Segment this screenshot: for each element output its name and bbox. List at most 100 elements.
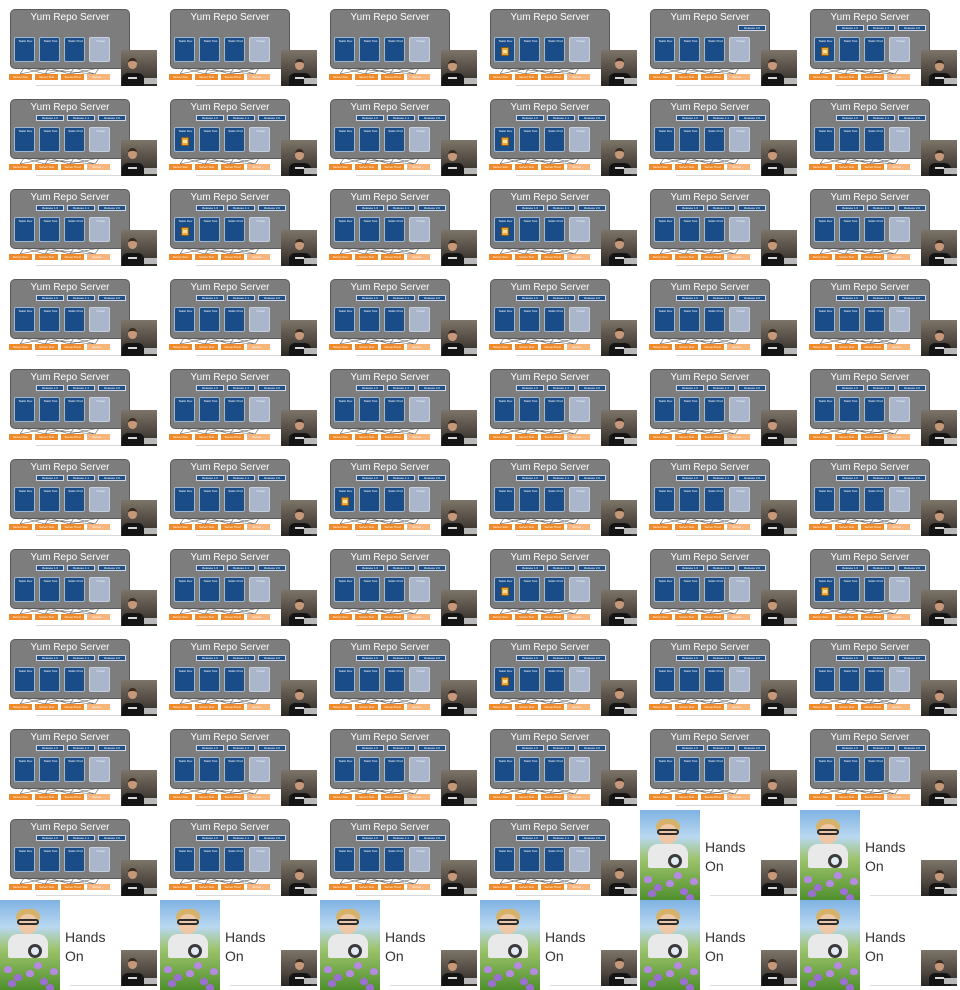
frame-thumbnail-repo-server[interactable]: Yum Repo Server Release 1.0 Release 1.1 Rel… (640, 450, 800, 540)
frame-thumbnail-hands-on[interactable]: Hands On (800, 900, 960, 990)
frame-thumbnail-repo-server[interactable]: Yum Repo Server Release 1.0 Release 1.1 Rel… (800, 180, 960, 270)
frame-thumbnail-repo-server[interactable]: Yum Repo Server Release 1.0 Release 1.1 Rel… (160, 270, 320, 360)
repo-box: Virtual (89, 667, 110, 692)
speaker-body (442, 253, 464, 266)
repo-box-label: Static Test (363, 219, 378, 223)
repo-box: Static Prod (544, 577, 565, 602)
frame-thumbnail-repo-server[interactable]: Yum Repo Server Release 1.0 Release 1.1 Rel… (480, 360, 640, 450)
frame-thumbnail-repo-server[interactable]: Yum Repo Server Release 1.0 Release 1.1 Rel… (480, 270, 640, 360)
server-box: Server Prod (221, 884, 244, 890)
frame-thumbnail-hands-on[interactable]: Hands On (640, 810, 800, 900)
frame-thumbnail-repo-server[interactable]: Yum Repo Server Static Dev Static Test Stat… (320, 0, 480, 90)
laptop (144, 798, 157, 804)
glasses-icon (17, 919, 39, 925)
frame-thumbnail-repo-server[interactable]: Yum Repo Server Release 1.0 Release 1.1 Rel… (160, 630, 320, 720)
frame-thumbnail-repo-server[interactable]: Yum Repo Server Release 1.0 Release 1.1 Rel… (160, 180, 320, 270)
speaker-body (442, 703, 464, 716)
frame-thumbnail-repo-server[interactable]: Yum Repo Server Release 1.0 Release 1.1 Rel… (480, 630, 640, 720)
frame-thumbnail-repo-server[interactable]: Yum Repo Server Release 1.0 Release 1.1 Rel… (320, 720, 480, 810)
frame-thumbnail-repo-server[interactable]: Yum Repo Server Release 1.0 Release 1.1 Rel… (800, 0, 960, 90)
frame-thumbnail-repo-server[interactable]: Yum Repo Server Release 1.0 Release 1.1 Rel… (160, 450, 320, 540)
frame-thumbnail-repo-server[interactable]: Yum Repo Server Release 1.0 Release 1.1 Rel… (480, 90, 640, 180)
frame-thumbnail-hands-on[interactable]: Hands On (640, 900, 800, 990)
frame-thumbnail-repo-server[interactable]: Yum Repo Server Release 1.0 Release 1.1 Rel… (0, 360, 160, 450)
repo-box: Static Test (39, 397, 60, 422)
frame-thumbnail-repo-server[interactable]: Yum Repo Server Release 1.0 Release 1.1 Rel… (0, 720, 160, 810)
frame-thumbnail-hands-on[interactable]: Hands On (160, 900, 320, 990)
repo-box: Virtual (569, 847, 590, 872)
frame-thumbnail-repo-server[interactable]: Yum Repo Server Static Dev Static Test Stat… (160, 0, 320, 90)
frame-thumbnail-repo-server[interactable]: Yum Repo Server Release 1.0 Release 1.1 Rel… (160, 810, 320, 900)
frame-thumbnail-repo-server[interactable]: Yum Repo Server Release 1.0 Release 1.1 Rel… (640, 630, 800, 720)
frame-thumbnail-repo-server[interactable]: Yum Repo Server Static Dev Static Test Stat… (0, 0, 160, 90)
frame-thumbnail-repo-server[interactable]: Yum Repo Server Release 1.0 Release 1.1 Rel… (640, 720, 800, 810)
laptop (784, 708, 797, 714)
repo-box-label: Static Test (683, 579, 698, 583)
speaker-head (448, 150, 457, 161)
shirt-print (128, 977, 137, 979)
frame-thumbnail-repo-server[interactable]: Yum Repo Server Release 1.0 Release 1.1 Rel… (320, 180, 480, 270)
frame-thumbnail-repo-server[interactable]: Yum Repo Server Release 2.0 Static Dev Stat… (640, 0, 800, 90)
frame-thumbnail-hands-on[interactable]: Hands On (320, 900, 480, 990)
frame-thumbnail-repo-server[interactable]: Yum Repo Server Release 1.0 Release 1.1 Rel… (320, 90, 480, 180)
speaker-head (615, 238, 624, 249)
repo-box-label: Static Test (523, 309, 538, 313)
frame-thumbnail-repo-server[interactable]: Yum Repo Server Release 1.0 Release 1.1 Rel… (640, 90, 800, 180)
frame-thumbnail-repo-server[interactable]: Yum Repo Server Release 1.0 Release 1.1 Rel… (480, 810, 640, 900)
repo-box: Static Dev (654, 757, 675, 782)
frame-thumbnail-repo-server[interactable]: Yum Repo Server Static Dev Static Test Stat… (480, 0, 640, 90)
frame-thumbnail-repo-server[interactable]: Yum Repo Server Release 1.0 Release 1.1 Rel… (0, 810, 160, 900)
frame-thumbnail-repo-server[interactable]: Yum Repo Server Release 1.0 Release 1.1 Rel… (320, 360, 480, 450)
frame-thumbnail-repo-server[interactable]: Yum Repo Server Release 1.0 Release 1.1 Rel… (320, 540, 480, 630)
release-tag: Release 2.0 (418, 475, 446, 481)
frame-thumbnail-repo-server[interactable]: Yum Repo Server Release 1.0 Release 1.1 Rel… (160, 540, 320, 630)
frame-thumbnail-repo-server[interactable]: Yum Repo Server Release 1.0 Release 1.1 Rel… (160, 720, 320, 810)
frame-thumbnail-hands-on[interactable]: Hands On (0, 900, 160, 990)
frame-thumbnail-repo-server[interactable]: Yum Repo Server Release 1.0 Release 1.1 Rel… (800, 450, 960, 540)
frame-thumbnail-repo-server[interactable]: Yum Repo Server Release 1.0 Release 1.1 Rel… (0, 630, 160, 720)
frame-thumbnail-repo-server[interactable]: Yum Repo Server Release 1.0 Release 1.1 Rel… (0, 270, 160, 360)
repo-box: Static Prod (864, 487, 885, 512)
panel-title: Yum Repo Server (190, 642, 270, 653)
flower (484, 966, 492, 973)
frame-thumbnail-repo-server[interactable]: Yum Repo Server Release 1.0 Release 1.1 Rel… (640, 180, 800, 270)
frame-thumbnail-repo-server[interactable]: Yum Repo Server Release 1.0 Release 1.1 Rel… (0, 450, 160, 540)
repo-box-label: Virtual (896, 489, 905, 493)
frame-thumbnail-hands-on[interactable]: Hands On (480, 900, 640, 990)
repo-box-label: Static Prod (708, 39, 723, 43)
release-tag: Release 2.0 (258, 565, 286, 571)
frame-thumbnail-repo-server[interactable]: Yum Repo Server Release 1.0 Release 1.1 Rel… (640, 270, 800, 360)
frame-thumbnail-repo-server[interactable]: Yum Repo Server Release 1.0 Release 1.1 Rel… (480, 180, 640, 270)
frame-thumbnail-repo-server[interactable]: Yum Repo Server Release 1.0 Release 1.1 Rel… (0, 90, 160, 180)
laptop (944, 888, 957, 894)
frame-thumbnail-hands-on[interactable]: Hands On (800, 810, 960, 900)
frame-thumbnail-repo-server[interactable]: Yum Repo Server Release 1.0 Release 1.1 Rel… (160, 90, 320, 180)
speaker-camera (441, 320, 477, 356)
frame-thumbnail-repo-server[interactable]: Yum Repo Server Release 1.0 Release 1.1 Rel… (480, 450, 640, 540)
frame-thumbnail-repo-server[interactable]: Yum Repo Server Release 1.0 Release 1.1 Rel… (800, 360, 960, 450)
release-tag: Release 2.0 (738, 565, 766, 571)
frame-thumbnail-repo-server[interactable]: Yum Repo Server Release 1.0 Release 1.1 Rel… (320, 270, 480, 360)
frame-thumbnail-repo-server[interactable]: Yum Repo Server Release 1.0 Release 1.1 Rel… (800, 270, 960, 360)
server-box: Server Test (35, 434, 58, 440)
frame-thumbnail-repo-server[interactable]: Yum Repo Server Release 1.0 Release 1.1 Rel… (320, 810, 480, 900)
repo-panel: Yum Repo Server Release 1.0 Release 1.1 Rel… (490, 189, 610, 249)
release-row: Release 1.0 Release 1.1 Release 2.0 (36, 745, 128, 751)
repo-box: Static Dev (654, 397, 675, 422)
frame-thumbnail-repo-server[interactable]: Yum Repo Server Release 1.0 Release 1.1 Rel… (480, 720, 640, 810)
frame-thumbnail-repo-server[interactable]: Yum Repo Server Release 1.0 Release 1.1 Rel… (480, 540, 640, 630)
frame-thumbnail-repo-server[interactable]: Yum Repo Server Release 1.0 Release 1.1 Rel… (0, 180, 160, 270)
frame-thumbnail-repo-server[interactable]: Yum Repo Server Release 1.0 Release 1.1 Rel… (800, 720, 960, 810)
frame-thumbnail-repo-server[interactable]: Yum Repo Server Release 1.0 Release 1.1 Rel… (160, 360, 320, 450)
shirt-print (448, 617, 457, 619)
frame-thumbnail-repo-server[interactable]: Yum Repo Server Release 1.0 Release 1.1 Rel… (0, 540, 160, 630)
frame-thumbnail-repo-server[interactable]: Yum Repo Server Release 1.0 Release 1.1 Rel… (640, 360, 800, 450)
speaker-camera (761, 770, 797, 806)
repo-panel: Yum Repo Server Release 1.0 Release 1.1 Rel… (330, 819, 450, 879)
frame-thumbnail-repo-server[interactable]: Yum Repo Server Release 1.0 Release 1.1 Rel… (320, 630, 480, 720)
frame-thumbnail-repo-server[interactable]: Yum Repo Server Release 1.0 Release 1.1 Rel… (800, 540, 960, 630)
frame-thumbnail-repo-server[interactable]: Yum Repo Server Release 1.0 Release 1.1 Rel… (320, 450, 480, 540)
frame-thumbnail-repo-server[interactable]: Yum Repo Server Release 1.0 Release 1.1 Rel… (800, 90, 960, 180)
frame-thumbnail-repo-server[interactable]: Yum Repo Server Release 1.0 Release 1.1 Rel… (800, 630, 960, 720)
frame-thumbnail-repo-server[interactable]: Yum Repo Server Release 1.0 Release 1.1 Rel… (640, 540, 800, 630)
